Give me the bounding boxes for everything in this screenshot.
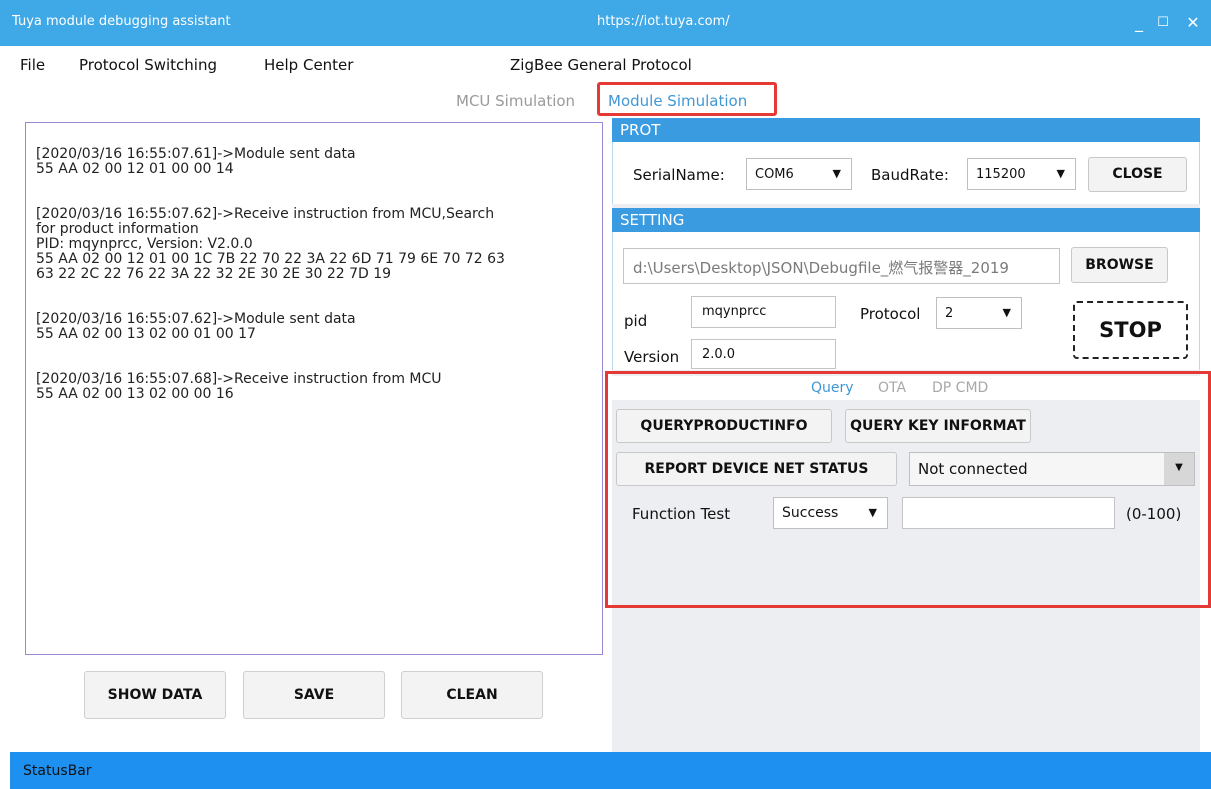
title-bar: Tuya module debugging assistant https://…	[0, 0, 1211, 46]
stop-button[interactable]: STOP	[1073, 301, 1188, 359]
protocol-title: ZigBee General Protocol	[510, 56, 692, 74]
chevron-down-icon: ▼	[1002, 306, 1011, 319]
save-button[interactable]: SAVE	[243, 671, 385, 719]
pid-label: pid	[624, 312, 648, 330]
log-entry: [2020/03/16 16:55:07.62]->Module sent da…	[36, 311, 356, 342]
debug-file-path-field[interactable]: d:\Users\Desktop\JSON\Debugfile_燃气报警器_20…	[623, 248, 1060, 284]
clean-button[interactable]: CLEAN	[401, 671, 543, 719]
menu-help-center[interactable]: Help Center	[264, 56, 353, 74]
menu-file[interactable]: File	[20, 56, 45, 74]
minimize-icon[interactable]: _	[1128, 12, 1150, 34]
tab-module-simulation[interactable]: Module Simulation	[608, 92, 747, 110]
highlight-box	[605, 371, 1211, 608]
window-url: https://iot.tuya.com/	[597, 14, 730, 29]
protocol-value: 2	[945, 306, 954, 321]
window-title: Tuya module debugging assistant	[12, 14, 231, 29]
status-bar: StatusBar	[10, 752, 1211, 789]
log-panel[interactable]: [2020/03/16 16:55:07.61]->Module sent da…	[25, 122, 603, 655]
pid-input[interactable]: mqynprcc	[691, 296, 836, 328]
serial-name-value: COM6	[755, 167, 794, 182]
prot-header: PROT	[612, 118, 1200, 142]
tab-mcu-simulation[interactable]: MCU Simulation	[456, 92, 575, 110]
show-data-button[interactable]: SHOW DATA	[84, 671, 226, 719]
setting-header: SETTING	[612, 208, 1200, 232]
protocol-label: Protocol	[860, 305, 921, 323]
baud-rate-select[interactable]: 115200 ▼	[967, 158, 1076, 190]
serial-name-label: SerialName:	[633, 166, 725, 184]
protocol-select[interactable]: 2 ▼	[936, 297, 1022, 329]
chevron-down-icon: ▼	[1056, 167, 1065, 180]
maximize-icon[interactable]: ☐	[1152, 12, 1174, 34]
version-input[interactable]: 2.0.0	[691, 339, 836, 369]
log-entry: [2020/03/16 16:55:07.62]->Receive instru…	[36, 206, 505, 282]
log-entry: [2020/03/16 16:55:07.68]->Receive instru…	[36, 371, 442, 402]
serial-name-select[interactable]: COM6 ▼	[746, 158, 852, 190]
baud-rate-label: BaudRate:	[871, 166, 949, 184]
version-label: Version	[624, 348, 680, 366]
baud-rate-value: 115200	[976, 167, 1026, 182]
close-icon[interactable]: ✕	[1182, 12, 1204, 34]
browse-button[interactable]: BROWSE	[1071, 247, 1168, 283]
close-button[interactable]: CLOSE	[1088, 157, 1187, 192]
chevron-down-icon: ▼	[832, 167, 841, 180]
log-entry: [2020/03/16 16:55:07.61]->Module sent da…	[36, 146, 356, 177]
menu-protocol-switching[interactable]: Protocol Switching	[79, 56, 217, 74]
